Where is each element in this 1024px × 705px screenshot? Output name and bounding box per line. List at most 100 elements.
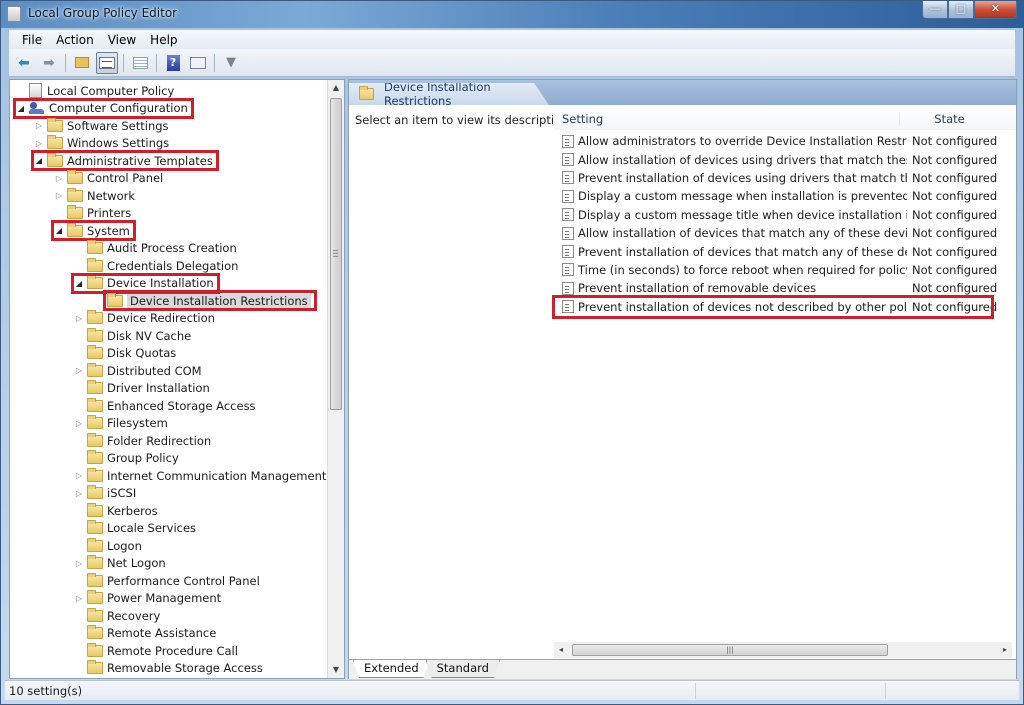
minimize-button[interactable]: — <box>922 1 948 19</box>
expand-arrow-icon[interactable]: ▷ <box>74 471 84 480</box>
tree-item[interactable]: Group Policy <box>10 450 328 468</box>
collapse-arrow-icon[interactable]: ◢ <box>34 156 44 165</box>
close-button[interactable]: ✕ <box>974 1 1017 19</box>
setting-row[interactable]: Prevent installation of removable device… <box>554 279 1016 297</box>
tree-item[interactable]: Printers <box>10 205 328 223</box>
expand-arrow-icon[interactable]: ▷ <box>74 366 84 375</box>
tree-item[interactable]: Credentials Delegation <box>10 257 328 275</box>
properties-button[interactable] <box>187 52 209 74</box>
tree-item[interactable]: Removable Storage Access <box>10 660 328 678</box>
tree-item[interactable]: Audit Process Creation <box>10 240 328 258</box>
folder-icon <box>359 86 374 100</box>
expand-arrow-icon[interactable]: ▷ <box>34 121 44 130</box>
tree-item[interactable]: ◢ Administrative Templates <box>10 150 328 171</box>
menu-help[interactable]: Help <box>143 33 184 47</box>
tree-vertical-scrollbar[interactable]: ▲ ─ ─ ─ ▼ <box>327 80 344 678</box>
tab-standard[interactable]: Standard <box>426 660 500 678</box>
title-bar[interactable]: Local Group Policy Editor — □ ✕ <box>1 1 1023 28</box>
list-horizontal-scrollbar[interactable]: ◂ ||| ▸ <box>554 642 1012 658</box>
window-title: Local Group Policy Editor <box>28 6 178 20</box>
tree-item[interactable]: Logon <box>10 537 328 555</box>
tree-item[interactable]: Remote Procedure Call <box>10 642 328 660</box>
expand-arrow-icon[interactable]: ▷ <box>74 489 84 498</box>
tree-item[interactable]: ▷ Control Panel <box>10 170 328 188</box>
menu-action[interactable]: Action <box>49 33 101 47</box>
collapse-arrow-icon[interactable]: ◢ <box>74 279 84 288</box>
tree-item[interactable]: Recovery <box>10 607 328 625</box>
tree-item-label: Net Logon <box>107 556 166 571</box>
tree-item[interactable]: Driver Installation <box>10 380 328 398</box>
menu-view[interactable]: View <box>101 33 143 47</box>
collapse-arrow-icon[interactable]: ◢ <box>16 104 26 113</box>
status-settings-count: 10 setting(s) <box>9 683 83 698</box>
show-hide-console-tree-button[interactable] <box>96 51 118 74</box>
tree-item[interactable]: Locale Services <box>10 520 328 538</box>
tree-item[interactable]: Performance Control Panel <box>10 572 328 590</box>
expand-arrow-icon[interactable]: ▷ <box>74 419 84 428</box>
collapse-arrow-icon[interactable]: ◢ <box>54 226 64 235</box>
forward-button[interactable]: ➡ <box>38 52 60 74</box>
up-one-level-button[interactable] <box>71 52 93 74</box>
scroll-left-arrow[interactable]: ◂ <box>554 642 568 658</box>
help-button[interactable]: ? <box>162 52 184 74</box>
menu-bar: File Action View Help <box>9 30 1015 49</box>
tree-item-label: Enhanced Storage Access <box>107 398 256 413</box>
tab-extended[interactable]: Extended <box>353 660 430 678</box>
tree-item[interactable]: Kerberos <box>10 502 328 520</box>
tree-item[interactable]: Device Installation Restrictions <box>10 290 328 311</box>
setting-row[interactable]: Prevent installation of devices not desc… <box>552 294 1016 319</box>
column-header-state[interactable]: State <box>899 112 999 126</box>
list-scroll-thumb[interactable]: ||| <box>572 644 888 656</box>
setting-row[interactable]: Display a custom message when installati… <box>554 187 1016 205</box>
tree-item[interactable]: ◢ System <box>10 220 328 241</box>
tree-item[interactable]: ▷ Device Redirection <box>10 310 328 328</box>
tree-item[interactable]: Local Computer Policy <box>10 82 328 100</box>
folder-icon <box>87 590 103 605</box>
expand-arrow-icon[interactable]: ▷ <box>74 559 84 568</box>
tree-item-label: Removable Storage Access <box>107 661 263 676</box>
scroll-up-arrow[interactable]: ▲ <box>328 80 344 96</box>
tree-item[interactable]: ▷ Software Settings <box>10 117 328 135</box>
expand-arrow-icon[interactable]: ▷ <box>74 594 84 603</box>
tree-scroll-thumb[interactable]: ─ ─ ─ <box>330 98 342 410</box>
tree-item[interactable]: Folder Redirection <box>10 432 328 450</box>
export-list-button[interactable] <box>129 52 151 74</box>
tree-item[interactable]: ▷ Filesystem <box>10 415 328 433</box>
tree-item[interactable]: ▷ Net Logon <box>10 555 328 573</box>
filter-button[interactable]: ▼ <box>220 52 242 74</box>
expand-arrow-icon[interactable]: ▷ <box>74 314 84 323</box>
tree-item[interactable]: ▷ Windows Settings <box>10 135 328 153</box>
status-divider <box>695 683 696 699</box>
setting-row[interactable]: Prevent installation of devices that mat… <box>554 242 1016 260</box>
tree-item-label: Remote Assistance <box>107 626 217 641</box>
policy-tree: Local Computer Policy ◢ Computer Configura… <box>10 82 328 677</box>
menu-file[interactable]: File <box>15 33 49 47</box>
folder-icon <box>47 117 63 132</box>
tree-item[interactable]: Disk NV Cache <box>10 327 328 345</box>
expand-arrow-icon[interactable]: ▷ <box>54 191 64 200</box>
setting-row[interactable]: Allow installation of devices using driv… <box>554 150 1016 168</box>
setting-row[interactable]: Prevent installation of devices using dr… <box>554 169 1016 187</box>
tree-item[interactable]: Enhanced Storage Access <box>10 397 328 415</box>
setting-row[interactable]: Display a custom message title when devi… <box>554 206 1016 224</box>
tree-item[interactable]: ▷ iSCSI <box>10 485 328 503</box>
back-button[interactable]: ⬅ <box>13 52 35 74</box>
tree-item[interactable]: Disk Quotas <box>10 345 328 363</box>
tree-item[interactable]: Remote Assistance <box>10 625 328 643</box>
column-header-setting[interactable]: Setting <box>554 112 899 126</box>
tree-item[interactable]: ▷ Distributed COM <box>10 362 328 380</box>
tree-item[interactable]: ▷ Network <box>10 187 328 205</box>
setting-row[interactable]: Allow administrators to override Device … <box>554 132 1016 150</box>
forward-arrow-icon: ➡ <box>43 54 55 71</box>
scroll-down-arrow[interactable]: ▼ <box>328 662 344 678</box>
setting-row[interactable]: Time (in seconds) to force reboot when r… <box>554 261 1016 279</box>
maximize-button[interactable]: □ <box>948 1 974 19</box>
expand-arrow-icon[interactable]: ▷ <box>54 174 64 183</box>
tree-item[interactable]: ▷ Internet Communication Management <box>10 467 328 485</box>
expand-arrow-icon[interactable]: ▷ <box>34 139 44 148</box>
tree-item[interactable]: ◢ Device Installation <box>10 272 328 294</box>
tree-item[interactable]: ◢ Computer Configuration <box>10 97 328 119</box>
scroll-right-arrow[interactable]: ▸ <box>998 642 1012 658</box>
setting-row[interactable]: Allow installation of devices that match… <box>554 224 1016 242</box>
tree-item[interactable]: ▷ Power Management <box>10 590 328 608</box>
